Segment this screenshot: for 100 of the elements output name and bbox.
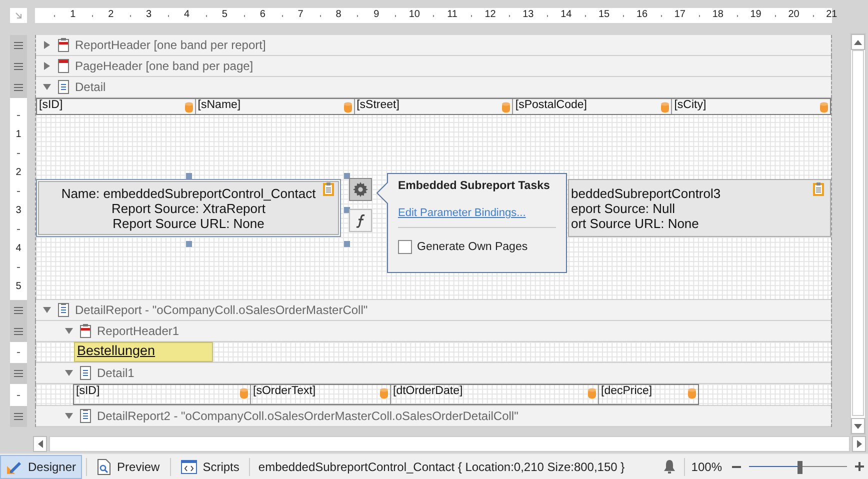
collapse-arrow-icon[interactable]	[42, 82, 52, 92]
scroll-right-icon[interactable]	[856, 440, 862, 448]
ruler-number: 14	[560, 9, 572, 20]
ruler-number: 6	[260, 9, 266, 20]
ruler-number: 15	[598, 9, 610, 20]
checkbox-label: Generate Own Pages	[417, 241, 528, 253]
subreport-text: Report Source URL: None	[112, 216, 264, 230]
gear-icon	[353, 182, 368, 197]
zoom-slider[interactable]	[749, 460, 847, 472]
zoom-in-icon[interactable]	[855, 462, 864, 471]
ruler-number: 1	[16, 128, 22, 142]
drag-handle-icon[interactable]	[14, 307, 23, 314]
ruler-number: 16	[636, 9, 648, 20]
band-header[interactable]: DetailReport2 - "oCompanyColl.oSalesOrderMasterColl.oSalesOrderDetailColl"	[36, 406, 831, 427]
ruler-number: 3	[16, 204, 22, 218]
ruler-number: 3	[146, 9, 152, 20]
subreport-control[interactable]: Name: embeddedSubreportControl_Contact Report Source: XtraReport Report Source URL: None	[36, 179, 341, 237]
band-header[interactable]: PageHeader [one band per page]	[36, 56, 831, 77]
clipboard-icon	[323, 182, 334, 196]
band-title: DetailReport2 - "oCompanyColl.oSalesOrderMasterColl.oSalesOrderDetailColl"	[97, 409, 518, 423]
expand-arrow-icon[interactable]	[42, 61, 52, 71]
corner-arrow-icon[interactable]	[14, 12, 22, 20]
collapse-arrow-icon[interactable]	[64, 326, 74, 336]
report-header-icon	[80, 324, 91, 338]
edit-bindings-link[interactable]: Edit Parameter Bindings...	[398, 207, 556, 219]
label-control[interactable]: Bestellungen	[74, 342, 213, 362]
smart-tag-button[interactable]	[349, 178, 372, 201]
drag-handle-icon[interactable]	[14, 63, 23, 70]
ruler-number: 11	[447, 9, 458, 20]
checkbox[interactable]	[398, 240, 412, 254]
band-header[interactable]: Detail	[36, 77, 831, 98]
subreport-text: Report Source: XtraReport	[112, 200, 266, 216]
document-search-icon	[97, 458, 112, 474]
ruler-number: 13	[522, 9, 534, 20]
subreport-text: ort Source URL: None	[571, 216, 699, 230]
scroll-down-icon[interactable]	[854, 424, 862, 428]
code-window-icon	[180, 460, 197, 474]
view-tab[interactable]: Preview	[91, 454, 166, 478]
zoom-level: 100%	[691, 460, 722, 474]
ruler-number: 21	[826, 9, 838, 20]
band-title: PageHeader [one band per page]	[75, 59, 254, 73]
ruler-number: 2	[108, 9, 114, 20]
subreport-control[interactable]: beddedSubreportControl3 eport Source: Null ort Source URL: None	[568, 179, 831, 237]
bell-icon[interactable]	[663, 459, 676, 474]
drag-handle-icon[interactable]	[14, 413, 23, 420]
drag-handle-icon[interactable]	[14, 84, 23, 91]
drag-handle-icon[interactable]	[14, 42, 23, 49]
collapse-arrow-icon[interactable]	[64, 368, 74, 378]
function-icon	[356, 214, 366, 228]
view-tab[interactable]: Designer	[0, 454, 82, 478]
selection-handle[interactable]	[344, 241, 350, 247]
ruler-number: 8	[336, 9, 342, 20]
selection-handle[interactable]	[186, 173, 192, 179]
page-header-icon	[58, 59, 69, 73]
ruler-number: 19	[750, 9, 762, 20]
ruler-number: 5	[222, 9, 228, 20]
band-header[interactable]: Detail1	[36, 363, 831, 384]
ruler-number: 20	[788, 9, 800, 20]
detail-band-icon	[80, 409, 91, 423]
popup-title: Embedded Subreport Tasks	[398, 180, 551, 192]
status-text: embeddedSubreportControl_Contact { Location:0,210 Size:800,150 }	[258, 460, 625, 474]
selection-handle[interactable]	[186, 241, 192, 247]
band-header[interactable]: ReportHeader1	[36, 321, 831, 342]
collapse-arrow-icon[interactable]	[64, 411, 74, 421]
ruler-number: 4	[16, 242, 22, 256]
ruler-number: 2	[16, 166, 22, 180]
scroll-left-icon[interactable]	[38, 440, 42, 448]
band-title: Detail	[75, 80, 106, 94]
ruler-number: 17	[674, 9, 686, 20]
ruler-number: 1	[70, 9, 76, 20]
detail-band-icon	[58, 80, 69, 94]
drag-handle-icon[interactable]	[14, 370, 23, 377]
ruler-number: 9	[374, 9, 380, 20]
expand-arrow-icon[interactable]	[42, 40, 52, 50]
band-title: ReportHeader [one band per report]	[75, 38, 266, 52]
ruler-number: 7	[298, 9, 304, 20]
band-header[interactable]: ReportHeader [one band per report]	[36, 35, 831, 56]
slider-thumb[interactable]	[797, 460, 802, 474]
subreport-text: eport Source: Null	[571, 200, 676, 216]
expression-button[interactable]	[349, 209, 372, 232]
band-title: DetailReport - "oCompanyColl.oSalesOrderMasterColl"	[75, 303, 368, 317]
band-title: ReportHeader1	[97, 324, 180, 338]
collapse-arrow-icon[interactable]	[42, 305, 52, 315]
ruler-number: 18	[712, 9, 724, 20]
subreport-text: Name: embeddedSubreportControl_Contact	[61, 186, 316, 200]
scroll-up-icon[interactable]	[854, 40, 862, 44]
selection-handle[interactable]	[344, 173, 350, 179]
drag-handle-icon[interactable]	[14, 328, 23, 335]
ruler-number: 5	[16, 280, 22, 294]
band-header[interactable]: DetailReport - "oCompanyColl.oSalesOrderMasterColl"	[36, 300, 831, 321]
vertical-scrollbar[interactable]	[850, 33, 866, 435]
ruler-number: 12	[484, 9, 496, 20]
ruler-number: 10	[408, 9, 420, 20]
report-header-icon	[58, 38, 69, 52]
horizontal-scrollbar[interactable]	[33, 436, 866, 452]
view-tab[interactable]: Scripts	[174, 454, 246, 478]
detail-band-icon	[80, 366, 91, 380]
clipboard-icon	[813, 182, 824, 196]
detail-band-icon	[58, 303, 69, 317]
ruler-number: 4	[184, 9, 190, 20]
